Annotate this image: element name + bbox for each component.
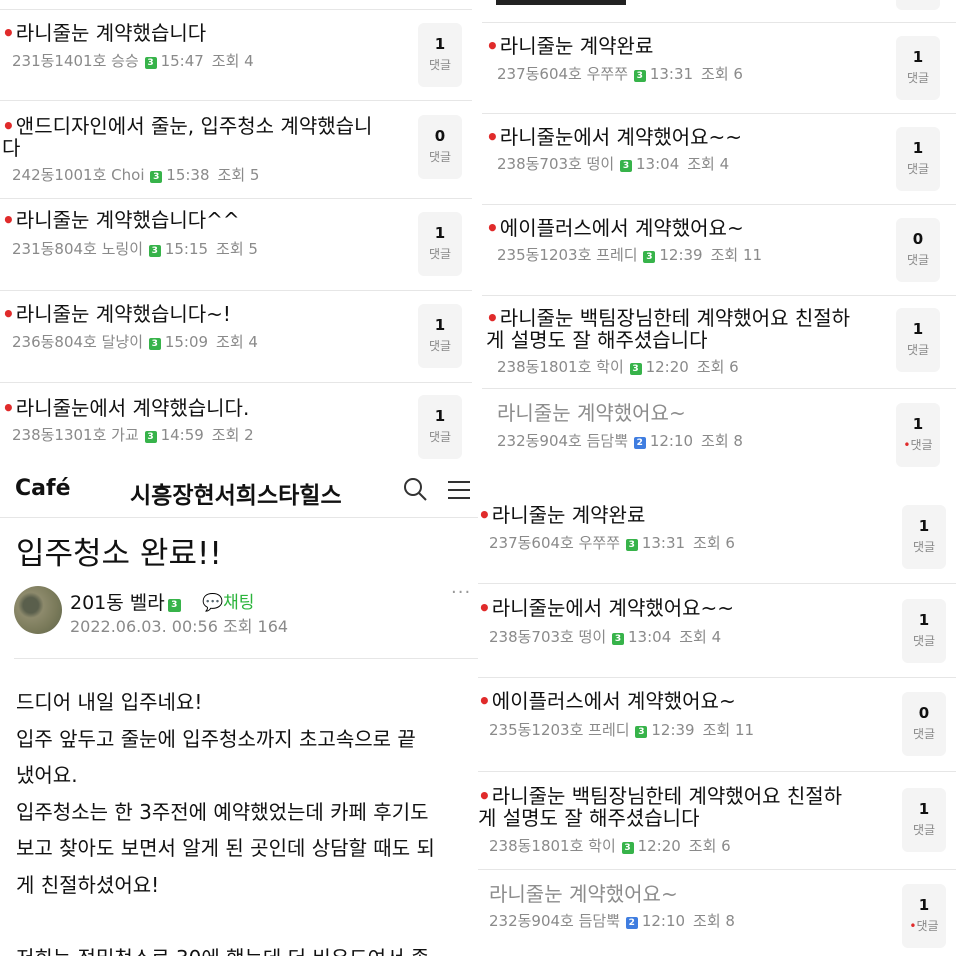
post-meta: 235동1203호 프레디 3 12:39 조회 11 <box>489 721 755 739</box>
list-item[interactable]: •앤드디자인에서 줄눈, 입주청소 계약했습니 다 242동1001호 Choi … <box>0 101 472 199</box>
post-meta: 237동604호 우쭈쭈 3 13:31 조회 6 <box>497 65 743 83</box>
list-divider <box>0 0 472 10</box>
post-title[interactable]: •라니줄눈에서 계약했어요~~ <box>486 126 742 148</box>
list-item[interactable]: •라니줄눈에서 계약했어요~~ 238동703호 떵이 3 13:04 조회 4 1… <box>474 584 956 678</box>
comment-count-box[interactable]: 1 댓글 <box>896 308 940 372</box>
post-title[interactable]: •라니줄눈 계약했습니다 <box>2 22 206 44</box>
post-meta: 238동1801호 학이 3 12:20 조회 6 <box>489 837 731 855</box>
body-line: 드디어 내일 입주네요! <box>16 690 203 714</box>
list-item[interactable]: 라니줄눈 계약했어요~ 232동904호 듬담뿍 2 12:10 조회 8 1 •댓글 <box>482 389 956 478</box>
list-item[interactable]: •라니줄눈 계약했습니다^^ 231동804호 노링이 3 15:15 조회 5 1… <box>0 199 472 291</box>
more-options-icon[interactable]: ··· <box>451 582 471 603</box>
post-title[interactable]: •라니줄눈에서 계약했어요~~ <box>478 597 734 619</box>
body-line: 게 친절하셨어요! <box>16 872 160 897</box>
search-icon[interactable] <box>402 476 428 502</box>
post-list-panel-top-right: •라니줄눈 계약완료 237동604호 우쭈쭈 3 13:31 조회 6 1 댓글 •… <box>482 0 956 478</box>
post-title[interactable]: •라니줄눈 백팀장님한테 계약했어요 친절하 게 설명도 잘 해주셨습니다 <box>486 307 886 351</box>
comment-count-box[interactable]: 1 댓글 <box>418 304 462 368</box>
comment-count-box[interactable]: 0 댓글 <box>902 692 946 756</box>
list-item[interactable]: •라니줄눈에서 계약했습니다. 238동1301호 가교 3 14:59 조회 2 … <box>0 383 472 470</box>
body-line: 입주 앞두고 줄눈에 입주청소까지 초고속으로 끝 <box>16 726 416 751</box>
post-title[interactable]: •라니줄눈 계약했습니다~! <box>2 303 231 325</box>
cafe-header: Café 시흥장현서희스타힐스 <box>0 470 478 518</box>
comment-count-box[interactable]: 1 •댓글 <box>902 884 946 948</box>
comment-count-box[interactable]: 1 댓글 <box>418 212 462 276</box>
post-meta: 232동904호 듬담뿍 2 12:10 조회 8 <box>497 432 743 450</box>
post-meta: 238동1801호 학이 3 12:20 조회 6 <box>497 358 739 376</box>
post-title[interactable]: 라니줄눈 계약했어요~ <box>497 402 686 424</box>
post-list-panel-bottom-right: •라니줄눈 계약완료 237동604호 우쭈쭈 3 13:31 조회 6 1 댓글 •… <box>474 484 956 956</box>
body-line: 입주청소는 한 3주전에 예약했었는데 카페 후기도 <box>16 799 429 824</box>
post-title[interactable]: •라니줄눈 계약했습니다^^ <box>2 209 240 231</box>
post-meta: 235동1203호 프레디 3 12:39 조회 11 <box>497 246 763 264</box>
list-item[interactable]: •라니줄눈 계약완료 237동604호 우쭈쭈 3 13:31 조회 6 1 댓글 <box>482 23 956 114</box>
menu-icon[interactable] <box>446 478 472 502</box>
list-item[interactable]: •에이플러스에서 계약했어요~ 235동1203호 프레디 3 12:39 조회 1… <box>482 205 956 296</box>
post-title[interactable]: •앤드디자인에서 줄눈, 입주청소 계약했습니 다 <box>2 115 402 159</box>
comment-count-box[interactable]: 0 댓글 <box>896 218 940 282</box>
post-meta: 238동703호 떵이 3 13:04 조회 4 <box>497 155 730 173</box>
post-title: 입주청소 완료!! <box>16 536 222 572</box>
body-line: 보고 찾아도 보면서 알게 된 곳인데 상담할 때도 되 <box>16 836 435 860</box>
author-name[interactable]: 201동 벨라 3 <box>70 588 181 615</box>
cafe-name[interactable]: 시흥장현서희스타힐스 <box>130 476 342 510</box>
list-item[interactable]: •라니줄눈 계약했습니다 231동1401호 승승 3 15:47 조회 4 1 댓글 <box>0 10 472 101</box>
post-body: 드디어 내일 입주네요! 입주 앞두고 줄눈에 입주청소까지 초고속으로 끝 냈… <box>16 684 476 956</box>
post-meta: 231동1401호 승승 3 15:47 조회 4 <box>12 52 254 70</box>
cafe-logo[interactable]: Café <box>15 476 70 501</box>
post-title[interactable]: •라니줄눈 계약완료 <box>478 504 645 526</box>
chat-bubble-icon: 💬 <box>202 593 224 613</box>
post-meta: 231동804호 노링이 3 15:15 조회 5 <box>12 240 258 258</box>
list-item[interactable]: •라니줄눈 계약했습니다~! 236동804호 달냥이 3 15:09 조회 4 1… <box>0 291 472 383</box>
comment-count-box[interactable]: 1 댓글 <box>896 127 940 191</box>
comment-count-box[interactable]: 1 댓글 <box>896 36 940 100</box>
level-badge: 3 <box>167 599 181 612</box>
list-item[interactable]: 라니줄눈 계약했어요~ 232동904호 듬담뿍 2 12:10 조회 8 1 •댓글 <box>474 870 956 956</box>
new-dot: • <box>2 21 15 45</box>
list-item[interactable]: •라니줄눈 백팀장님한테 계약했어요 친절하 게 설명도 잘 해주셨습니다 238… <box>474 772 956 870</box>
post-title[interactable]: •라니줄눈 계약완료 <box>486 35 653 57</box>
post-meta: 242동1001호 Choi 3 15:38 조회 5 <box>12 166 260 184</box>
post-title[interactable]: •에이플러스에서 계약했어요~ <box>478 690 736 712</box>
post-title[interactable]: 라니줄눈 계약했어요~ <box>489 883 678 905</box>
list-item[interactable]: •라니줄눈 계약완료 237동604호 우쭈쭈 3 13:31 조회 6 1 댓글 <box>474 484 956 584</box>
post-list-panel-top-left: •라니줄눈 계약했습니다 231동1401호 승승 3 15:47 조회 4 1 댓글… <box>0 0 472 470</box>
body-line <box>16 903 476 940</box>
body-line: 저희는 정밀청소로 30에 했는데 더 비우드여서 좀 <box>16 940 476 956</box>
post-meta: 238동1301호 가교 3 14:59 조회 2 <box>12 426 254 444</box>
level-badge: 3 <box>144 57 157 69</box>
post-meta: 2022.06.03. 00:56 조회 164 <box>70 617 289 636</box>
post-meta: 237동604호 우쭈쭈 3 13:31 조회 6 <box>489 534 735 552</box>
comment-count-box[interactable]: 0 댓글 <box>418 115 462 179</box>
list-item[interactable]: •라니줄눈에서 계약했어요~~ 238동703호 떵이 3 13:04 조회 4 1… <box>482 114 956 205</box>
comment-count-box[interactable]: 1 •댓글 <box>896 403 940 467</box>
post-title[interactable]: •라니줄눈에서 계약했습니다. <box>2 397 249 419</box>
comment-count-box[interactable]: 1 댓글 <box>902 505 946 569</box>
comment-count-box[interactable]: 1 댓글 <box>418 395 462 459</box>
post-title[interactable]: •라니줄눈 백팀장님한테 계약했어요 친절하 게 설명도 잘 해주셨습니다 <box>478 785 888 829</box>
comment-count-box[interactable]: 1 댓글 <box>902 599 946 663</box>
comment-count-box[interactable]: 1 댓글 <box>902 788 946 852</box>
list-divider <box>482 0 956 23</box>
cafe-post-panel: Café 시흥장현서희스타힐스 입주청소 완료!! 201동 벨라 3 💬채팅 2… <box>0 470 478 956</box>
post-meta: 238동703호 떵이 3 13:04 조회 4 <box>489 628 722 646</box>
comment-count-box[interactable]: 1 댓글 <box>418 23 462 87</box>
post-title[interactable]: •에이플러스에서 계약했어요~ <box>486 217 744 239</box>
avatar[interactable] <box>14 586 62 634</box>
chat-button[interactable]: 💬채팅 <box>202 588 254 613</box>
post-meta: 232동904호 듬담뿍 2 12:10 조회 8 <box>489 912 735 930</box>
list-item[interactable]: •라니줄눈 백팀장님한테 계약했어요 친절하 게 설명도 잘 해주셨습니다 238… <box>482 296 956 389</box>
post-meta: 236동804호 달냥이 3 15:09 조회 4 <box>12 333 258 351</box>
divider <box>14 658 478 659</box>
body-line: 냈어요. <box>16 763 78 787</box>
list-item[interactable]: •에이플러스에서 계약했어요~ 235동1203호 프레디 3 12:39 조회 1… <box>474 678 956 772</box>
